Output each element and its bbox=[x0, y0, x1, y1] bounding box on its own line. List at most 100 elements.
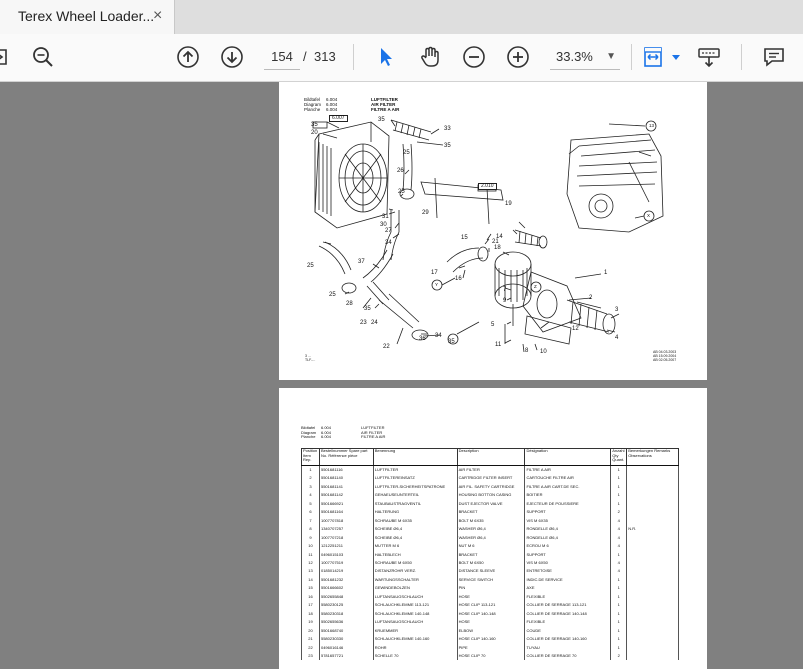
callout-label: 35 bbox=[364, 306, 371, 312]
callout-label: 25 bbox=[403, 150, 410, 156]
table-row: 16 5502655848 LUFTANSAUGSCHLAUCH HOSE FLEXIB… bbox=[301, 592, 679, 602]
callout-label: 13 bbox=[649, 123, 655, 128]
page-up-icon[interactable] bbox=[176, 45, 200, 69]
callout-label: 26 bbox=[397, 168, 404, 174]
fit-options-chevron-icon[interactable] bbox=[664, 45, 680, 69]
table-cell bbox=[626, 651, 679, 661]
callout-label: 8 bbox=[525, 348, 529, 354]
page-down-icon[interactable] bbox=[220, 45, 244, 69]
callout-label: Y bbox=[435, 282, 439, 287]
table-cell bbox=[626, 516, 679, 526]
table-row: 3 5501681141 LUFTFILTER-SICHERHEITSPATRONE… bbox=[301, 482, 679, 492]
table-cell: COLLIER DE SERRAGE 113-121 bbox=[524, 601, 612, 610]
table-row: 17 5580230125 SCHLAUCHKLEMME 113-121 HOSE C… bbox=[301, 601, 679, 610]
tab-title: Terex Wheel Loader... bbox=[18, 8, 155, 24]
zoom-select[interactable]: 33.3% ▼ bbox=[550, 45, 620, 70]
table-row: 14 5501681232 WARTUNGSSCHALTER SERVICE SWIT… bbox=[301, 575, 679, 585]
table-cell bbox=[626, 533, 679, 543]
callout-label: 37 bbox=[358, 259, 365, 265]
column-header: Bestellnummer Spare part No. Référence p… bbox=[318, 448, 374, 466]
pdf-toolbar: 154 / 313 33.3% ▼ bbox=[0, 34, 803, 82]
hand-pan-icon[interactable] bbox=[418, 45, 442, 69]
table-cell bbox=[626, 474, 679, 483]
pdf-page-diagram: Bildtafel Diagram Planche 6.004 6.004 6.… bbox=[279, 82, 707, 380]
table-cell: 5781657721 bbox=[318, 651, 374, 661]
table-header-row: Position Item Rep. Bestellnummer Spare p… bbox=[301, 448, 679, 466]
document-viewer[interactable]: Bildtafel Diagram Planche 6.004 6.004 6.… bbox=[0, 82, 803, 669]
table-cell: BOLT M 6X50 bbox=[456, 558, 526, 568]
table-cell: WARTUNGSSCHALTER bbox=[372, 575, 458, 585]
table-cell: 8 bbox=[301, 525, 320, 534]
table-cell bbox=[626, 465, 679, 475]
table-cell bbox=[626, 609, 679, 619]
callout-label: 28 bbox=[346, 301, 353, 307]
table-cell: HALTERUNG bbox=[372, 508, 458, 517]
callout-label: 29 bbox=[422, 210, 429, 216]
table-cell: 4 bbox=[610, 567, 628, 576]
callout-label: 10 bbox=[540, 349, 547, 355]
fit-page-icon[interactable] bbox=[641, 45, 665, 69]
callout-label: 27 bbox=[385, 228, 392, 234]
table-cell: COUDE bbox=[524, 626, 612, 636]
comment-icon[interactable] bbox=[762, 45, 786, 69]
table-cell: 5501666602 bbox=[318, 584, 374, 593]
table-cell: N.R. bbox=[626, 525, 679, 534]
search-icon[interactable] bbox=[31, 45, 55, 69]
table-cell: SCHLAUCHKLEMME 113-121 bbox=[372, 601, 458, 610]
table-row: 10 1212251211 MUTTER M 6 NUT M 6 ECROU M 64 bbox=[301, 542, 679, 551]
zoom-in-icon[interactable] bbox=[506, 45, 530, 69]
header-title: FILTRE A AIR bbox=[361, 434, 386, 440]
table-cell: EJECTEUR DE POUSSIERE bbox=[524, 499, 612, 509]
column-header: Position Item Rep. bbox=[301, 448, 320, 466]
table-cell: DUST EJECTOR VALVE bbox=[456, 499, 526, 509]
table-cell: KRUEMMER bbox=[372, 626, 458, 636]
close-icon[interactable]: × bbox=[153, 7, 162, 25]
table-cell: 5502655848 bbox=[318, 592, 374, 602]
table-cell: 1 bbox=[610, 491, 628, 500]
table-cell: RONDELLE Ø6,4 bbox=[524, 533, 612, 543]
document-tab[interactable]: Terex Wheel Loader... × bbox=[0, 0, 175, 34]
table-cell: 5580230125 bbox=[318, 601, 374, 610]
table-cell: 12 bbox=[301, 558, 320, 568]
callout-label: 23 bbox=[360, 320, 367, 326]
callout-label: 4 bbox=[615, 335, 619, 341]
callout-label: 35 bbox=[448, 339, 455, 345]
table-cell: FLEXIBLE bbox=[524, 592, 612, 602]
callout-label: 33 bbox=[444, 126, 451, 132]
table-cell: 2 bbox=[610, 651, 628, 661]
page-number-input[interactable]: 154 bbox=[264, 45, 300, 70]
table-cell bbox=[626, 584, 679, 593]
table-cell bbox=[626, 491, 679, 500]
column-header: Benennung bbox=[372, 448, 458, 466]
table-cell: LUFTFILTER-SICHERHEITSPATRONE bbox=[372, 482, 458, 492]
sidebar-toggle-icon[interactable] bbox=[0, 45, 14, 69]
table-cell: FILTRE A AIR CART.DE SEC. bbox=[524, 482, 612, 492]
table-cell: 1 bbox=[610, 465, 628, 475]
table-cell: 5501681232 bbox=[318, 575, 374, 585]
table-cell: CARTRIDGE FILTER INSERT bbox=[456, 474, 526, 483]
table-cell: 20 bbox=[301, 626, 320, 636]
zoom-out-icon[interactable] bbox=[462, 45, 486, 69]
table-cell bbox=[626, 643, 679, 652]
table-cell: 0496015103 bbox=[318, 550, 374, 559]
table-cell: 4 bbox=[610, 558, 628, 568]
table-cell: INDIC.DE SERVICE bbox=[524, 575, 612, 585]
column-header: Description bbox=[456, 448, 526, 466]
table-cell: 3 bbox=[301, 482, 320, 492]
table-cell: HOUSING BOTTON CASING bbox=[456, 491, 526, 500]
download-icon[interactable] bbox=[697, 45, 721, 69]
table-cell: AIR FILTER bbox=[456, 465, 526, 475]
table-cell: HOSE CLIP 113-121 bbox=[456, 601, 526, 610]
table-cell bbox=[626, 550, 679, 559]
table-cell bbox=[626, 601, 679, 610]
table-cell: 2 bbox=[301, 474, 320, 483]
callout-label: 9 bbox=[503, 298, 507, 304]
table-row: 13 0185014219 DISTANZROHR VERZ. DISTANCE SL… bbox=[301, 567, 679, 576]
table-cell: LUFTFILTER bbox=[372, 465, 458, 475]
table-cell: 4 bbox=[610, 542, 628, 551]
select-cursor-icon[interactable] bbox=[374, 45, 398, 69]
callout-label: Z bbox=[534, 284, 537, 289]
table-cell: 5501681141 bbox=[318, 482, 374, 492]
table-cell: HOSE bbox=[456, 618, 526, 627]
table-cell: SUPPORT bbox=[524, 508, 612, 517]
